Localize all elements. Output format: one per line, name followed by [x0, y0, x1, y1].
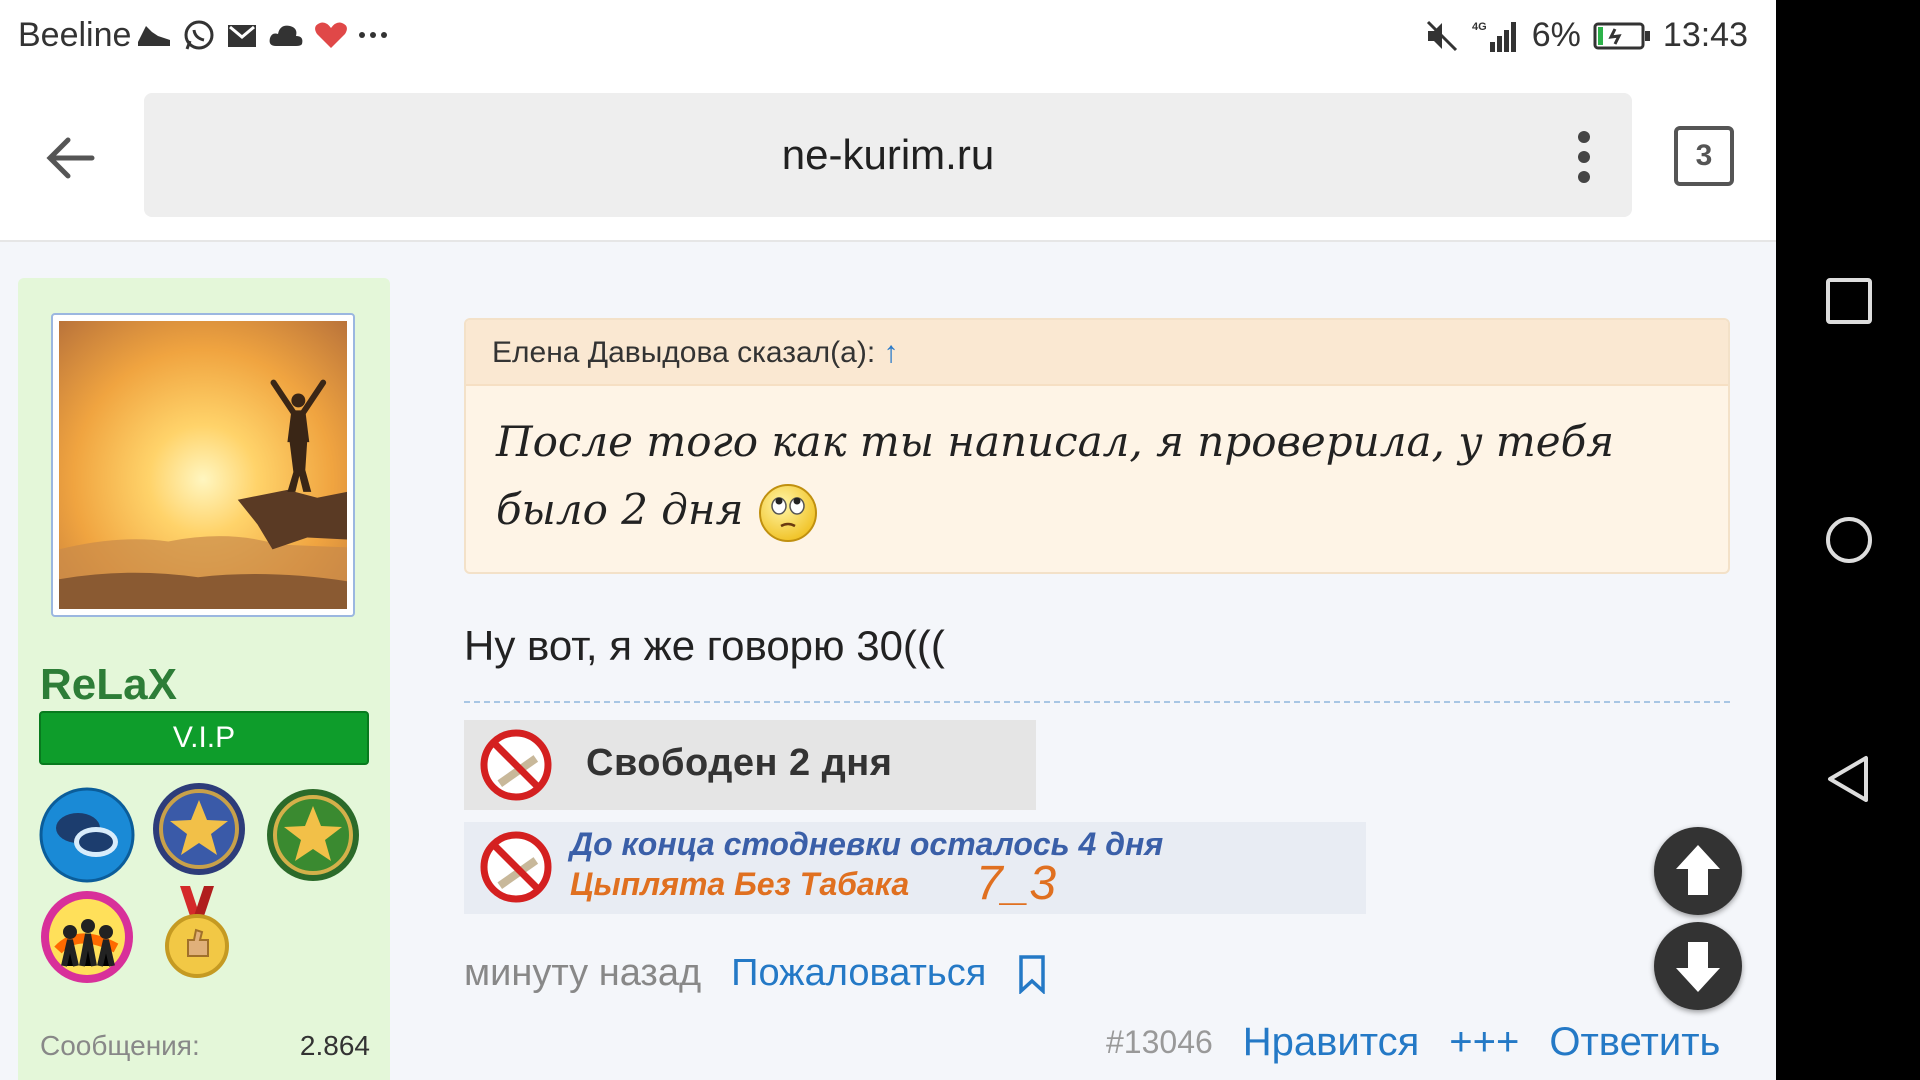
post-message: Ну вот, я же говорю 30((( [464, 622, 945, 669]
post-actions: #13046 Нравится +++ Ответить [1106, 1020, 1720, 1065]
mail-icon [228, 25, 256, 47]
quote-author: Елена Давыдова сказал(а): [492, 336, 876, 369]
android-nav-bar [1776, 0, 1920, 1080]
messages-label: Сообщения: [40, 1030, 200, 1061]
arrow-down-icon [1676, 942, 1720, 992]
signature-free-text: Свободен 2 дня [586, 742, 893, 784]
quote-link-arrow[interactable]: ↑ [884, 336, 899, 369]
reply-button[interactable]: Ответить [1549, 1020, 1720, 1065]
arrow-up-icon [1676, 845, 1720, 895]
post-time: минуту назад [464, 952, 702, 994]
back-triangle-icon[interactable] [1824, 754, 1874, 804]
bookmark-icon[interactable] [1016, 954, 1048, 994]
medal-award-icon[interactable] [148, 882, 246, 980]
more-icon [359, 32, 387, 38]
post-id[interactable]: #13046 [1106, 1024, 1213, 1061]
scroll-up-button[interactable] [1654, 827, 1742, 915]
svg-text:4G: 4G [1472, 21, 1487, 33]
avatar[interactable] [51, 313, 355, 617]
quote-block: Елена Давыдова сказал(а): ↑ После того к… [464, 318, 1730, 574]
messages-count: 2.864 [299, 1030, 370, 1061]
cloud-icon [269, 25, 303, 46]
no-smoking-icon [480, 831, 552, 903]
battery-icon [1593, 22, 1650, 49]
group-name-text: Цыплята Без Табака [570, 866, 910, 902]
star-green-award-icon[interactable] [264, 786, 362, 884]
mute-icon [1426, 20, 1457, 51]
recents-square-icon[interactable] [1824, 276, 1874, 326]
quote-body: После того как ты написал, я проверила, … [466, 386, 1728, 566]
heart-icon [315, 22, 347, 48]
quote-text: После того как ты написал, я проверила, … [496, 417, 1615, 534]
user-sidebar: ReLaX V.I.P Сообщения: 2.864 [18, 278, 390, 1080]
no-smoking-icon [480, 729, 552, 801]
signature-banner-free[interactable]: Свободен 2 дня [464, 720, 1036, 810]
tab-switcher-button[interactable]: 3 [1674, 126, 1734, 186]
signal-icon: 4G [1472, 21, 1516, 52]
address-bar[interactable]: ne-kurim.ru [144, 93, 1632, 217]
avatar-image [59, 321, 347, 609]
scroll-down-button[interactable] [1654, 922, 1742, 1010]
clock: 13:43 [1662, 16, 1748, 54]
star-blue-award-icon[interactable] [150, 780, 248, 878]
url-text[interactable]: ne-kurim.ru [144, 131, 1632, 179]
report-link[interactable]: Пожаловаться [731, 952, 986, 995]
username[interactable]: ReLaX [40, 660, 177, 710]
browser-toolbar: ne-kurim.ru 3 [0, 76, 1776, 242]
signature-banner-countdown[interactable]: До конца стодневки осталось 4 дня Цыплят… [464, 822, 1366, 914]
overflow-menu-icon[interactable] [1572, 129, 1596, 185]
back-arrow-icon[interactable] [38, 124, 106, 192]
countdown-text: До конца стодневки осталось 4 дня [570, 826, 1164, 862]
shoe-icon [138, 26, 170, 46]
forum-content: ReLaX V.I.P Сообщения: 2.864 Елена Давыд… [0, 242, 1776, 1080]
quote-header: Елена Давыдова сказал(а): ↑ [466, 320, 1728, 386]
notification-icons [136, 18, 388, 52]
home-circle-icon[interactable] [1824, 515, 1874, 565]
status-bar: Beeline 4G 6% 13:43 [0, 0, 1776, 76]
chat-award-icon[interactable] [38, 786, 136, 884]
user-rank-badge: V.I.P [39, 711, 369, 765]
rolling-eyes-emoji-icon [758, 484, 817, 542]
group-award-icon[interactable] [38, 888, 136, 986]
like-button[interactable]: Нравится [1243, 1020, 1420, 1065]
group-number: 7_3 [976, 857, 1057, 910]
battery-percent: 6% [1531, 16, 1581, 54]
whatsapp-icon [184, 20, 214, 50]
post-meta: минуту назад Пожаловаться [464, 952, 1048, 995]
plus-rating-button[interactable]: +++ [1449, 1020, 1519, 1065]
signature-divider [464, 701, 1730, 703]
carrier-name: Beeline [18, 16, 132, 54]
